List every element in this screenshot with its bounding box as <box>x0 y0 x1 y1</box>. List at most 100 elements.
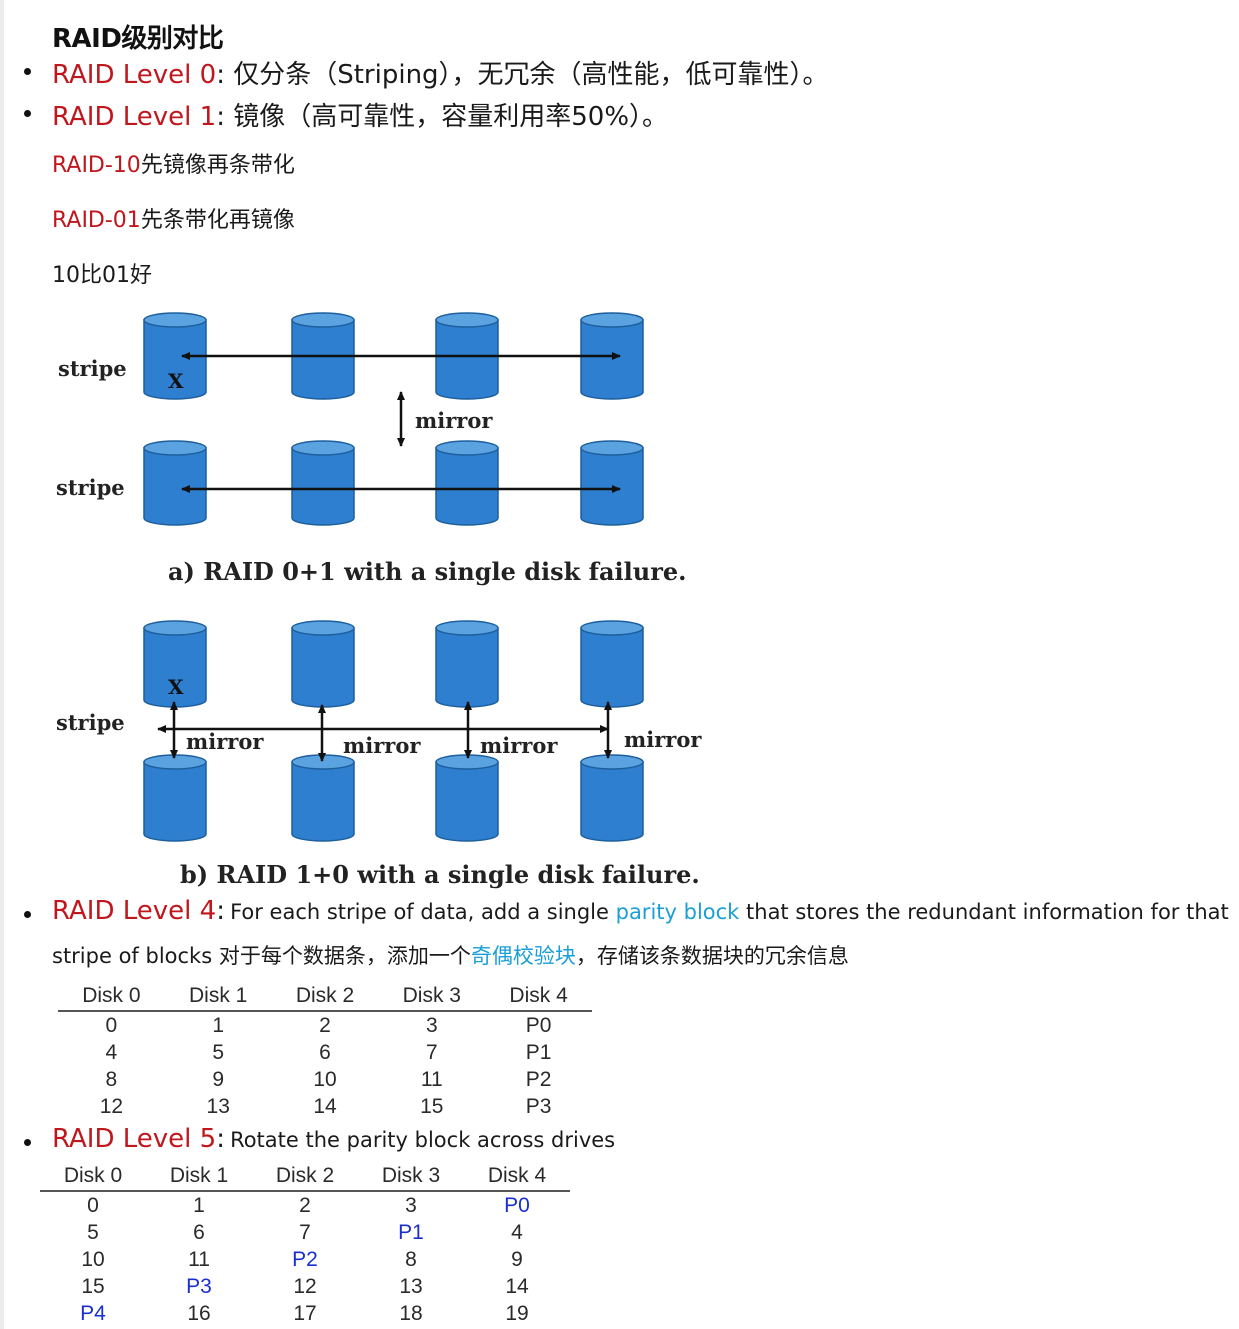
table-row: 12 13 14 15 P3 <box>58 1093 592 1120</box>
table-cell: P3 <box>186 1275 212 1298</box>
note-raid01-text: 先条带化再镜像 <box>140 208 295 233</box>
table-cell: 8 <box>105 1068 118 1091</box>
mirror-label-3: mirror <box>480 733 558 758</box>
table-row: 10 11 P2 8 9 <box>40 1246 570 1273</box>
column-header: Disk 1 <box>169 1164 229 1187</box>
table-cell: P2 <box>525 1068 552 1091</box>
raid0-label: RAID Level 0 <box>52 60 217 90</box>
raid0-colon: : <box>216 60 225 90</box>
table-cell: 12 <box>99 1095 124 1118</box>
table-cell: 17 <box>293 1302 317 1325</box>
table-cell: 9 <box>511 1248 523 1271</box>
bullet <box>24 911 31 918</box>
table-cell: 3 <box>425 1014 438 1037</box>
table-cell: 11 <box>420 1068 443 1091</box>
table-cell: 5 <box>87 1221 99 1244</box>
raid4-line2-link: 奇偶校验块 <box>470 944 576 968</box>
table-cell: 15 <box>81 1275 105 1298</box>
column-header: Disk 4 <box>509 984 568 1007</box>
table-cell: P3 <box>525 1095 552 1118</box>
stripe-label-bottom: stripe <box>56 475 125 500</box>
page-title: RAID级别对比 <box>52 24 224 54</box>
raid5-label: RAID Level 5 <box>52 1124 217 1154</box>
mirror-label: mirror <box>415 408 493 433</box>
raid5-line: RAID Level 5: Rotate the parity block ac… <box>52 1124 615 1154</box>
column-header: Disk 4 <box>487 1164 547 1187</box>
table-cell: 6 <box>319 1041 331 1064</box>
raid4-line2: stripe of blocks 对于每个数据条，添加一个奇偶校验块，存储该条数… <box>52 940 849 970</box>
column-header: Disk 2 <box>275 1164 335 1187</box>
disk-icon <box>435 620 499 708</box>
mirror-label-2: mirror <box>343 733 421 758</box>
figure-raid10: stripe mirror mirror mirror mirror Xb) RAID 1… <box>56 620 702 889</box>
table-cell: P1 <box>525 1041 552 1064</box>
note-raid10-label: RAID-10 <box>52 153 141 178</box>
disk-icon <box>580 440 644 526</box>
table-cell: 10 <box>81 1248 105 1271</box>
raid4-parity-link: parity block <box>615 900 740 924</box>
raid1-line: RAID Level 1: 镜像（高可靠性，容量利用率50%）。 <box>52 96 668 133</box>
bullet <box>24 1139 31 1146</box>
raid1-colon: : <box>216 102 225 132</box>
disk-icon <box>291 620 355 708</box>
table-cell: 4 <box>105 1041 118 1064</box>
table-row: 15 P3 12 13 14 <box>40 1273 570 1300</box>
note-raid10-text: 先镜像再条带化 <box>140 153 295 178</box>
raid4-colon: : <box>216 896 225 926</box>
table-row: 8 9 10 11 P2 <box>58 1066 592 1093</box>
table-cell: 6 <box>193 1221 205 1244</box>
raid5-desc: Rotate the parity block across drives <box>230 1128 616 1152</box>
figure-a-caption: a) RAID 0+1 with a single disk failure. <box>168 557 686 586</box>
note-raid01: RAID-01先条带化再镜像 <box>52 202 295 234</box>
disk-icon <box>580 754 644 842</box>
raid4-desc-pre: For each stripe of data, add a single <box>230 900 616 924</box>
note-compare: 10比01好 <box>52 263 152 288</box>
table-row: 4 5 6 7 P1 <box>58 1039 592 1066</box>
table-cell: 18 <box>399 1302 423 1325</box>
note-raid10: RAID-10先镜像再条带化 <box>52 147 295 179</box>
table-cell: P0 <box>504 1194 530 1217</box>
disk-icon <box>143 440 207 526</box>
table-cell: 7 <box>425 1041 438 1064</box>
column-header: Disk 0 <box>63 1164 123 1187</box>
table-cell: 5 <box>212 1041 225 1064</box>
disk-icon <box>143 754 207 842</box>
table-cell: 2 <box>299 1194 311 1217</box>
disk-icon <box>291 754 355 842</box>
table-cell: P4 <box>80 1302 106 1325</box>
raid5-table: Disk 0 Disk 1 Disk 2 Disk 3 Disk 4 0 1 2 3 P0 5 6 7… <box>40 1162 570 1327</box>
table-cell: P0 <box>525 1014 552 1037</box>
table-cell: 14 <box>505 1275 529 1298</box>
table-cell: 2 <box>319 1014 331 1037</box>
column-header: Disk 0 <box>82 984 141 1007</box>
stripe-label-top: stripe <box>58 356 127 381</box>
mirror-label-4: mirror <box>624 727 702 752</box>
table-cell: 4 <box>511 1221 523 1244</box>
table-cell: 13 <box>399 1275 423 1298</box>
table-row: 0 1 2 3 P0 <box>40 1191 570 1219</box>
note-raid01-label: RAID-01 <box>52 208 141 233</box>
table-cell: 9 <box>212 1068 225 1091</box>
bullet <box>24 68 31 75</box>
disk-icon <box>435 440 499 526</box>
figure-b-caption: b) RAID 1+0 with a single disk failure. <box>180 860 700 889</box>
column-header: Disk 1 <box>189 984 248 1007</box>
table-cell: 16 <box>187 1302 211 1325</box>
raid4-line2-pre: stripe of blocks 对于每个数据条，添加一个 <box>52 944 471 968</box>
bullet <box>24 110 31 117</box>
table-cell: 12 <box>293 1275 317 1298</box>
table-cell: 14 <box>313 1095 337 1118</box>
table-cell: P2 <box>292 1248 318 1271</box>
raid4-desc-post: that stores the redundant information fo… <box>739 900 1229 924</box>
table-cell: 11 <box>188 1248 210 1271</box>
disk-icon <box>291 440 355 526</box>
raid4-label: RAID Level 4 <box>52 896 217 926</box>
stripe-label: stripe <box>56 710 125 735</box>
column-header: Disk 3 <box>402 984 461 1007</box>
table-cell: 3 <box>405 1194 417 1217</box>
mirror-label-1: mirror <box>186 729 264 754</box>
raid5-colon: : <box>216 1124 225 1154</box>
raid4-line2-post: ，存储该条数据块的冗余信息 <box>575 944 849 968</box>
raid1-label: RAID Level 1 <box>52 102 217 132</box>
table-row: 0 1 2 3 P0 <box>58 1011 592 1039</box>
